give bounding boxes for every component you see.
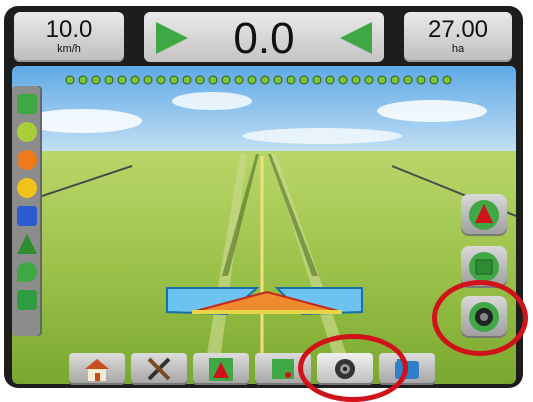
boom-section-dot <box>403 75 413 85</box>
boom-section-dot <box>273 75 283 85</box>
left-toolbar <box>12 86 42 336</box>
lock-icon[interactable] <box>17 290 37 310</box>
area-value: 27.00 <box>427 16 489 43</box>
boom-section-dot <box>234 75 244 85</box>
boom-section-dot <box>208 75 218 85</box>
boom-section-dot <box>182 75 192 85</box>
boom-section-dot <box>65 75 75 85</box>
boom-section-dot <box>130 75 140 85</box>
boundary-icon[interactable] <box>17 122 37 142</box>
cross-track-panel[interactable]: 0.0 <box>144 12 384 63</box>
boom-section-dot <box>195 75 205 85</box>
boom-section-dot <box>364 75 374 85</box>
boom-section-dot <box>377 75 387 85</box>
steer-left-arrow-icon <box>340 22 372 54</box>
boom-section-dot <box>416 75 426 85</box>
speed-unit: km/h <box>57 43 81 55</box>
map-grid-icon[interactable] <box>17 94 37 114</box>
liquid-drop-icon[interactable] <box>17 262 37 282</box>
area-unit: ha <box>451 43 465 55</box>
boom-section-dot <box>221 75 231 85</box>
vehicle-view-tab[interactable] <box>193 353 249 385</box>
boom-section-dot <box>117 75 127 85</box>
warning-orange-icon[interactable] <box>17 150 37 170</box>
boom-section-dot <box>104 75 114 85</box>
area-readout[interactable]: 27.00 ha <box>404 12 512 62</box>
boom-section-dot <box>390 75 400 85</box>
boom-section-dot <box>91 75 101 85</box>
boom-section-dot <box>286 75 296 85</box>
boom-section-dot <box>156 75 166 85</box>
boom-section-dot <box>312 75 322 85</box>
home-icon <box>85 359 109 381</box>
highlight-ring-camera-view <box>432 280 528 356</box>
perspective-view-button[interactable] <box>461 194 507 236</box>
boom-section-dot <box>442 75 452 85</box>
tools-tab[interactable] <box>131 353 187 385</box>
vehicle-view-icon <box>209 358 233 381</box>
home-tab[interactable] <box>69 353 125 385</box>
boom-section-dot <box>351 75 361 85</box>
boom-section-dot <box>78 75 88 85</box>
warning-yellow-icon[interactable] <box>17 178 37 198</box>
boom-section-dot <box>247 75 257 85</box>
guideline-marker-icon[interactable] <box>17 234 37 254</box>
boom-section-dot <box>169 75 179 85</box>
boom-section-dot <box>260 75 270 85</box>
perspective-view-icon <box>469 200 499 230</box>
tools-icon <box>147 357 171 381</box>
boom-section-dot <box>338 75 348 85</box>
boom-section-dot <box>325 75 335 85</box>
boom-section-dot <box>429 75 439 85</box>
boom-section-dot <box>143 75 153 85</box>
speed-readout[interactable]: 10.0 km/h <box>14 12 124 62</box>
boom-section-dot <box>299 75 309 85</box>
speed-value: 10.0 <box>45 16 93 43</box>
highlight-ring-camera-tab <box>298 334 408 402</box>
nudge-magnet-icon[interactable] <box>17 206 37 226</box>
